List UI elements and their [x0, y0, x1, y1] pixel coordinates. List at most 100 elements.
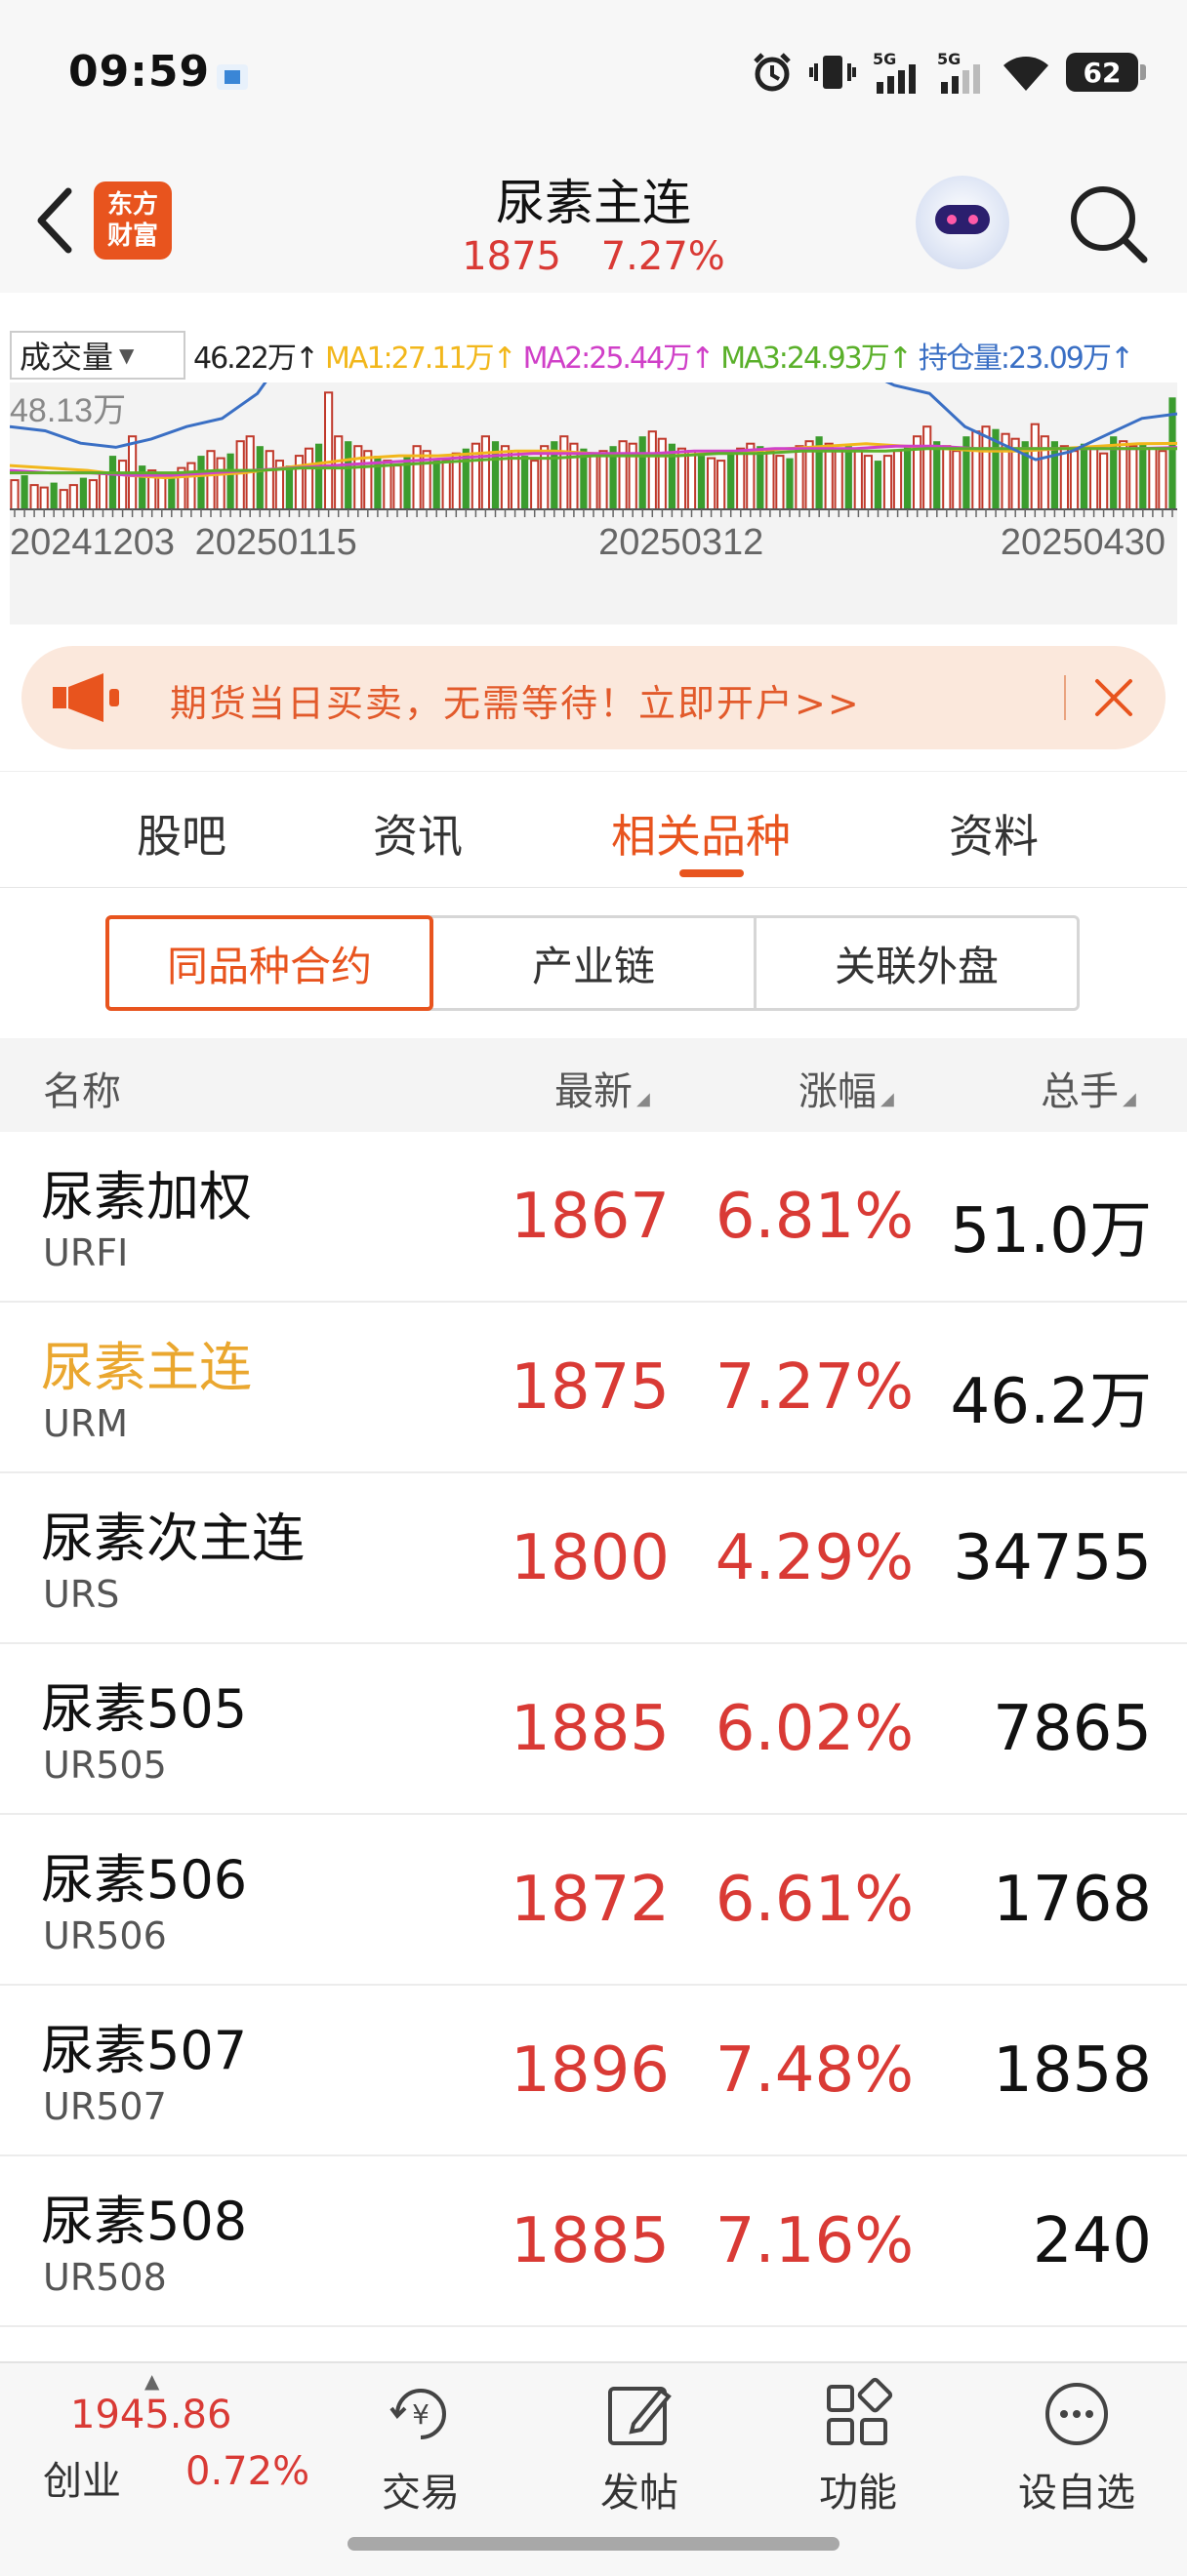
- volume-bar: [68, 484, 78, 510]
- row-change: 6.81%: [715, 1181, 914, 1253]
- tab-news[interactable]: 资讯: [373, 801, 463, 865]
- active-tab-indicator: [679, 869, 744, 877]
- row-volume: 240: [1032, 2205, 1152, 2277]
- close-icon[interactable]: [1089, 673, 1138, 722]
- row-name: 尿素505: [41, 1678, 248, 1740]
- row-volume: 7865: [993, 1693, 1152, 1765]
- row-name: 尿素主连: [41, 1337, 252, 1398]
- app-notification-icon: [217, 64, 248, 90]
- volume-bar: [765, 450, 775, 510]
- nav-post[interactable]: 发帖: [566, 2375, 713, 2517]
- indicator-select[interactable]: 成交量 ▼: [10, 331, 185, 380]
- row-price: 1885: [511, 1693, 670, 1765]
- row-change: 7.48%: [715, 2034, 914, 2107]
- table-row[interactable]: 尿素505 UR505 1885 6.02% 7865: [0, 1644, 1187, 1815]
- vibrate-icon: [809, 56, 856, 89]
- x-tick-label: 20241203: [10, 522, 175, 563]
- legend-volume: 46.22万↑: [193, 342, 319, 376]
- volume-bar: [863, 455, 873, 510]
- row-change: 7.16%: [715, 2205, 914, 2277]
- tab-related[interactable]: 相关品种: [611, 801, 791, 865]
- row-volume: 1858: [993, 2034, 1152, 2107]
- table-row[interactable]: 尿素主连 URM 1875 7.27% 46.2万: [0, 1303, 1187, 1473]
- row-code: UR507: [43, 2085, 167, 2128]
- volume-bar: [697, 456, 706, 509]
- volume-bar: [904, 446, 912, 509]
- volume-bar: [1050, 441, 1058, 509]
- segment-industry-chain[interactable]: 产业链: [433, 918, 757, 1008]
- index-name: 创业: [43, 2459, 121, 2504]
- row-price: 1800: [511, 1522, 670, 1594]
- segment-same-variety[interactable]: 同品种合约: [105, 915, 433, 1011]
- volume-bar: [922, 425, 932, 511]
- chart-legend: 成交量 ▼ 46.22万↑ MA1:27.11万↑ MA2:25.44万↑ MA3…: [10, 330, 1134, 381]
- row-code: URFI: [43, 1231, 129, 1274]
- signal-5g-icon-2: 5G: [937, 50, 980, 94]
- signal-5g-icon: 5G: [873, 50, 916, 94]
- nav-trade[interactable]: ¥ 交易: [348, 2375, 494, 2517]
- contract-segmented-control: 同品种合约 产业链 关联外盘: [105, 915, 1080, 1011]
- alarm-icon: [754, 53, 791, 92]
- tab-profile[interactable]: 资料: [949, 801, 1039, 865]
- megaphone-icon: [53, 673, 119, 722]
- header-price: 1875: [462, 234, 561, 279]
- svg-text:5G: 5G: [937, 50, 961, 68]
- segment-foreign-related[interactable]: 关联外盘: [757, 918, 1077, 1008]
- sort-icon: ◢: [1123, 1089, 1136, 1109]
- table-row[interactable]: 尿素507 UR507 1896 7.48% 1858: [0, 1986, 1187, 2156]
- tab-guba[interactable]: 股吧: [137, 801, 226, 865]
- col-latest[interactable]: 最新 ◢: [554, 1060, 650, 1116]
- sort-icon: ◢: [880, 1089, 894, 1109]
- chart-plot[interactable]: 48.13万 20241203 20250115 20250312 20250430: [10, 382, 1177, 624]
- row-volume: 34755: [953, 1522, 1152, 1594]
- legend-ma3: MA3:24.93万↑: [720, 342, 913, 376]
- col-change[interactable]: 涨幅 ◢: [798, 1060, 894, 1116]
- table-row[interactable]: 尿素次主连 URS 1800 4.29% 34755: [0, 1473, 1187, 1644]
- volume-bar: [432, 458, 440, 509]
- volume-bar: [736, 447, 746, 510]
- y-max-label: 48.13万: [10, 392, 126, 429]
- volume-bar: [1119, 440, 1128, 511]
- legend-ma2: MA2:25.44万↑: [522, 342, 716, 376]
- home-indicator[interactable]: [348, 2537, 839, 2551]
- yuan-refresh-icon: ¥: [389, 2389, 446, 2439]
- volume-bar: [511, 450, 520, 510]
- volume-bar: [795, 445, 804, 510]
- col-volume[interactable]: 总手 ◢: [1041, 1060, 1136, 1116]
- table-row[interactable]: 尿素506 UR506 1872 6.61% 1768: [0, 1815, 1187, 1986]
- row-code: UR505: [43, 1744, 167, 1787]
- volume-bar: [686, 450, 697, 510]
- row-name: 尿素次主连: [41, 1508, 305, 1569]
- volume-bar: [79, 477, 87, 509]
- row-name: 尿素506: [41, 1849, 248, 1911]
- svg-text:¥: ¥: [412, 2398, 430, 2431]
- volume-bar: [353, 445, 363, 510]
- row-change: 6.02%: [715, 1693, 914, 1765]
- volume-bar: [647, 430, 657, 511]
- volume-bar: [441, 460, 451, 510]
- promo-banner[interactable]: 期货当日买卖，无需等待！立即开户>>: [21, 646, 1166, 749]
- sort-icon: ◢: [636, 1089, 650, 1109]
- volume-bar: [1139, 443, 1147, 509]
- volume-bar: [39, 486, 49, 510]
- search-icon[interactable]: [1064, 180, 1152, 267]
- row-code: URS: [43, 1573, 120, 1616]
- volume-bar: [757, 446, 764, 509]
- volume-bar: [1158, 450, 1167, 510]
- col-name: 名称: [43, 1069, 121, 1114]
- volume-bar: [882, 455, 893, 510]
- volume-bar: [285, 465, 293, 509]
- volume-bar: [786, 458, 794, 509]
- volume-bar: [20, 475, 28, 509]
- row-name: 尿素加权: [41, 1166, 252, 1228]
- nav-functions[interactable]: 功能: [785, 2375, 931, 2517]
- row-price: 1867: [511, 1181, 670, 1253]
- assistant-robot-icon[interactable]: [916, 176, 1009, 269]
- table-row[interactable]: 尿素508 UR508 1885 7.16% 240: [0, 2156, 1187, 2327]
- table-row[interactable]: 尿素加权 URFI 1867 6.81% 51.0万: [0, 1132, 1187, 1303]
- volume-bar: [363, 450, 373, 510]
- volume-bar: [235, 440, 245, 511]
- volume-chart[interactable]: 成交量 ▼ 46.22万↑ MA1:27.11万↑ MA2:25.44万↑ MA3…: [10, 293, 1177, 624]
- volume-bar: [206, 450, 216, 510]
- nav-add-watchlist[interactable]: 设自选: [1003, 2375, 1150, 2517]
